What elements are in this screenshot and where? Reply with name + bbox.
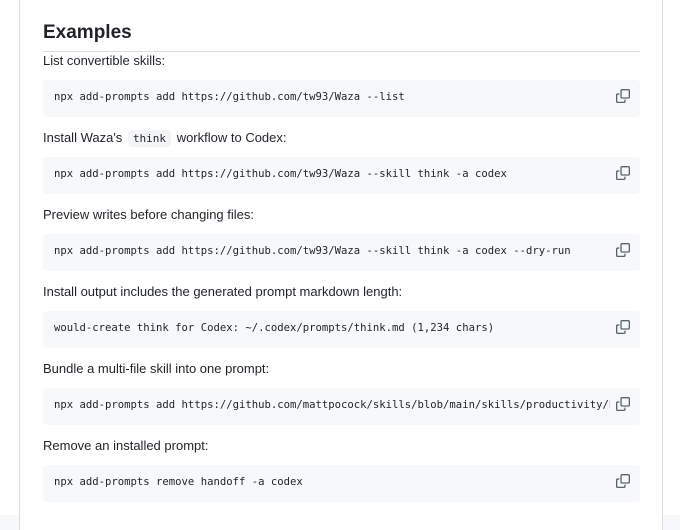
code-text[interactable]: npx add-prompts remove handoff -a codex (54, 476, 610, 488)
example-description: Bundle a multi-file skill into one promp… (43, 361, 270, 376)
example-description: List convertible skills: (43, 53, 166, 68)
code-text[interactable]: npx add-prompts add https://github.com/m… (54, 399, 610, 411)
code-text[interactable]: npx add-prompts add https://github.com/t… (54, 168, 610, 180)
example-description: Preview writes before changing files: (43, 207, 254, 222)
code-block: npx add-prompts add https://github.com/t… (43, 157, 640, 194)
copy-icon[interactable] (616, 243, 630, 257)
copy-icon[interactable] (616, 320, 630, 334)
example-description: Remove an installed prompt: (43, 438, 209, 453)
inline-code: think (127, 130, 172, 147)
code-block: would-create think for Codex: ~/.codex/p… (43, 311, 640, 348)
readme-panel: Examples List convertible skills: npx ad… (19, 0, 663, 530)
example-description: Install Waza's think workflow to Codex: (43, 130, 287, 147)
code-text[interactable]: npx add-prompts add https://github.com/t… (54, 245, 610, 257)
description-text: Install Waza's (43, 130, 123, 145)
copy-icon[interactable] (616, 89, 630, 103)
code-block: npx add-prompts add https://github.com/m… (43, 388, 640, 425)
copy-icon[interactable] (616, 474, 630, 488)
example-description: Install output includes the generated pr… (43, 284, 403, 299)
code-block: npx add-prompts add https://github.com/t… (43, 80, 640, 117)
section-heading-examples: Examples (43, 22, 640, 52)
page: Examples List convertible skills: npx ad… (0, 0, 680, 530)
code-text[interactable]: npx add-prompts add https://github.com/t… (54, 91, 610, 103)
copy-icon[interactable] (616, 166, 630, 180)
code-block: npx add-prompts add https://github.com/t… (43, 234, 640, 271)
copy-icon[interactable] (616, 397, 630, 411)
description-text: workflow to Codex: (176, 130, 287, 145)
code-block: npx add-prompts remove handoff -a codex (43, 465, 640, 502)
code-text[interactable]: would-create think for Codex: ~/.codex/p… (54, 322, 610, 334)
